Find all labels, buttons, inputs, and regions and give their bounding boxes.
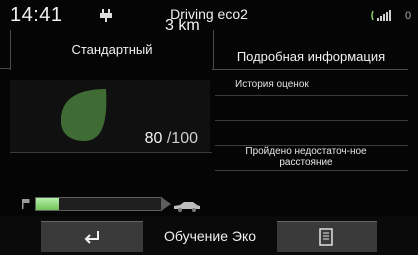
tab-underline-left (0, 68, 10, 69)
trip-distance-unit: km (178, 17, 200, 34)
menu-button[interactable] (277, 221, 377, 252)
history-grid (215, 95, 408, 195)
tab-detailed-info[interactable]: Подробная информация (214, 34, 408, 70)
status-bar: 14:41 Driving eco2 0 (0, 0, 418, 30)
back-arrow-icon (84, 231, 99, 244)
trip-arrow-tip (161, 197, 171, 211)
history-gridline (215, 170, 408, 171)
trip-distance: 3 km (165, 17, 200, 35)
history-gridline (215, 120, 408, 121)
eco-score-max: /100 (166, 130, 198, 147)
eco-score-value: 80 (144, 130, 163, 147)
history-gridline (215, 95, 408, 96)
footer-title: Обучение Эко (163, 228, 257, 244)
panel-divider (10, 152, 212, 153)
eco-score: 80 /100 (145, 130, 198, 148)
flag-icon (22, 199, 30, 209)
bottom-bar: Обучение Эко (0, 216, 418, 255)
history-message: Пройдено недостаточ-ное расстояние (222, 146, 390, 168)
tab-underline-right (212, 69, 408, 70)
tab-standard[interactable]: Стандартный (10, 30, 214, 70)
app-title: Driving eco2 (170, 6, 248, 22)
signal-icon (371, 10, 391, 21)
history-title: История оценок (235, 79, 309, 90)
car-icon (174, 202, 200, 212)
tab-bar: Стандартный Подробная информация (10, 30, 408, 70)
document-icon (319, 228, 333, 246)
leaf-icon (60, 89, 107, 141)
trip-progress-bar (35, 197, 162, 211)
status-edge-text: 0 (405, 10, 412, 22)
eco-score-panel: 80 /100 (10, 80, 210, 152)
back-button[interactable] (41, 221, 143, 252)
trip-distance-value: 3 (165, 17, 174, 34)
trip-progress-fill (36, 198, 59, 210)
